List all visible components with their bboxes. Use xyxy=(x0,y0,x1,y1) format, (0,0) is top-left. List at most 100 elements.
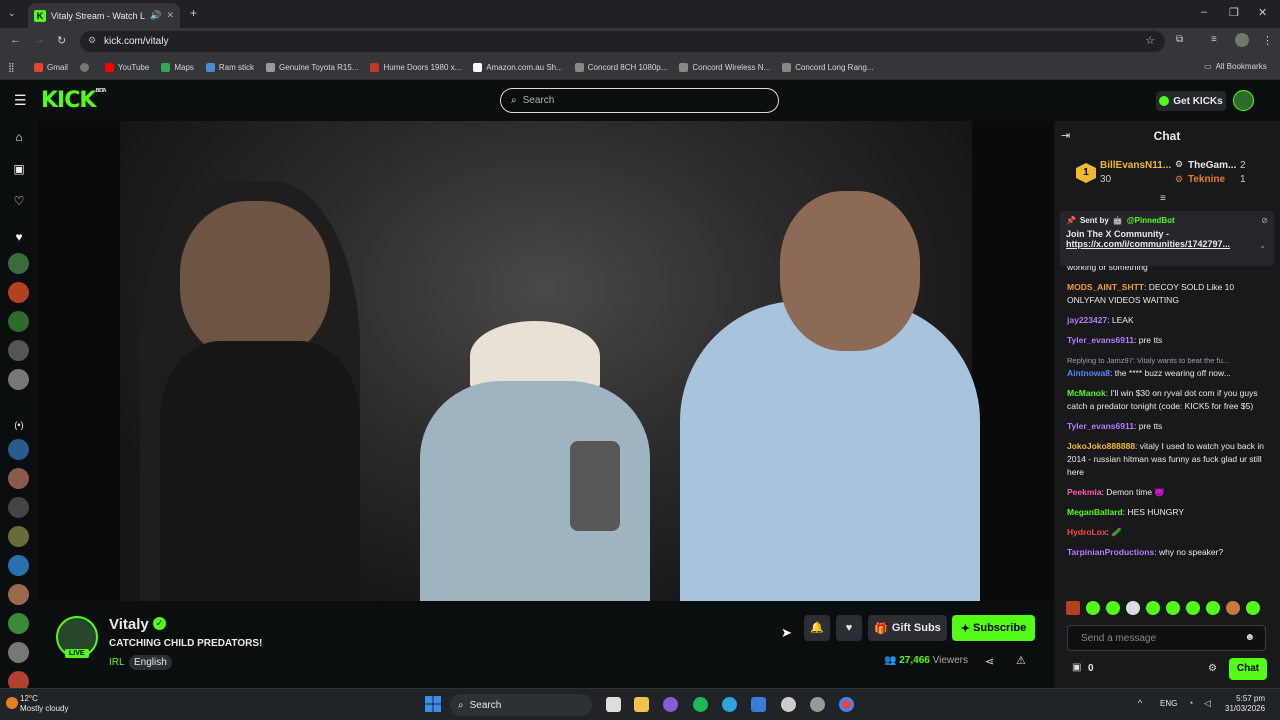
followed-channel-avatar[interactable] xyxy=(8,282,29,303)
forward-icon[interactable]: → xyxy=(34,34,45,46)
profile-avatar[interactable] xyxy=(1235,33,1249,47)
edge-icon[interactable] xyxy=(722,697,737,712)
followed-channel-avatar[interactable] xyxy=(8,311,29,332)
new-tab-icon[interactable]: + xyxy=(190,6,197,20)
share-icon[interactable]: ⋖ xyxy=(985,655,994,668)
close-window-icon[interactable]: ✕ xyxy=(1258,6,1267,19)
emote-icon[interactable] xyxy=(1126,601,1140,615)
wifi-icon[interactable]: ◔ xyxy=(1188,698,1193,708)
input-language[interactable]: ENG xyxy=(1160,699,1177,708)
recommended-channel-avatar[interactable] xyxy=(8,439,29,460)
file-explorer-icon[interactable] xyxy=(634,697,649,712)
chat-username[interactable]: Peekmia xyxy=(1067,487,1102,497)
apps-grid-icon[interactable]: ⣿ xyxy=(8,62,15,73)
report-icon[interactable]: ⚠ xyxy=(1016,654,1026,667)
chat-username[interactable]: Tyler_evans6911 xyxy=(1067,421,1134,431)
emote-icon[interactable] xyxy=(1186,601,1200,615)
bookmark-item[interactable]: Maps xyxy=(161,62,194,72)
taskbar-search[interactable]: ⌕ Search xyxy=(450,694,592,716)
points-icon[interactable]: ▣ xyxy=(1072,662,1081,673)
search-input[interactable]: ⌕ Search xyxy=(500,88,779,113)
emote-icon[interactable] xyxy=(1226,601,1240,615)
store-icon[interactable] xyxy=(751,697,766,712)
bookmark-item[interactable]: Genuine Toyota R15... xyxy=(266,62,358,72)
bookmark-star-icon[interactable]: ☆ xyxy=(1145,34,1155,47)
reload-icon[interactable]: ↻ xyxy=(57,34,66,47)
leader-name[interactable]: BillEvansN11... xyxy=(1100,160,1171,171)
bookmark-item[interactable]: Ram stick xyxy=(205,62,254,72)
chat-username[interactable]: MeganBallard xyxy=(1067,507,1123,517)
chat-send-button[interactable]: Chat xyxy=(1229,658,1267,680)
recommended-channel-avatar[interactable] xyxy=(8,613,29,634)
restore-icon[interactable]: ❐ xyxy=(1229,6,1239,19)
recommended-channel-avatar[interactable] xyxy=(8,555,29,576)
browse-icon[interactable]: ▣ xyxy=(11,161,27,177)
site-info-icon[interactable]: ⚙ xyxy=(88,35,96,46)
recommended-channel-avatar[interactable] xyxy=(8,468,29,489)
reading-list-icon[interactable]: ≡ xyxy=(1211,34,1217,45)
chat-username[interactable]: HydroLox xyxy=(1067,527,1107,537)
all-bookmarks[interactable]: ▭ All Bookmarks xyxy=(1204,62,1267,71)
bookmark-item[interactable]: Concord 8CH 1080p... xyxy=(574,62,667,72)
recommended-channel-avatar[interactable] xyxy=(8,497,29,518)
emote-icon[interactable] xyxy=(1106,601,1120,615)
app-icon[interactable] xyxy=(810,697,825,712)
system-clock[interactable]: 5:57 pm 31/03/2026 xyxy=(1225,694,1265,714)
bookmark-item[interactable]: Concord Long Rang... xyxy=(782,62,873,72)
followed-channel-avatar[interactable] xyxy=(8,340,29,361)
volume-icon[interactable]: ◁ xyxy=(1204,698,1211,709)
chat-username[interactable]: McManok xyxy=(1067,388,1106,398)
chat-username[interactable]: Aintnowa8 xyxy=(1067,368,1110,378)
task-view-icon[interactable] xyxy=(606,697,621,712)
subscribe-button[interactable]: ✦ Subscribe xyxy=(952,615,1035,641)
settings-icon[interactable] xyxy=(781,697,796,712)
chat-username[interactable]: Tyler_evans6911 xyxy=(1067,335,1134,345)
chevron-down-icon[interactable]: ⌄ xyxy=(1259,241,1266,250)
gift-subs-button[interactable]: 🎁 Gift Subs xyxy=(868,615,947,641)
tab-close-icon[interactable]: ✕ xyxy=(166,10,174,21)
home-icon[interactable]: ⌂ xyxy=(11,129,27,145)
chat-settings-icon[interactable]: ⚙ xyxy=(1208,663,1217,674)
weather-widget[interactable]: 12°C Mostly cloudy xyxy=(20,694,68,714)
recommended-channel-avatar[interactable] xyxy=(8,642,29,663)
category-link[interactable]: IRL xyxy=(109,657,125,668)
user-avatar[interactable] xyxy=(1233,90,1254,111)
expand-leaderboard-icon[interactable]: ≡ xyxy=(1160,193,1166,204)
extensions-icon[interactable]: ⧉ xyxy=(1176,34,1183,45)
tray-chevron-icon[interactable]: ^ xyxy=(1138,698,1142,708)
leader-name[interactable]: Teknine xyxy=(1188,174,1225,185)
hamburger-menu-icon[interactable]: ☰ xyxy=(14,92,27,109)
leader-name[interactable]: TheGam... xyxy=(1188,160,1236,171)
chat-username[interactable]: TarpinianProductions xyxy=(1067,547,1154,557)
emote-icon[interactable] xyxy=(1206,601,1220,615)
bookmark-item[interactable]: Concord Wireless N... xyxy=(679,62,770,72)
back-icon[interactable]: ← xyxy=(10,34,21,46)
windows-start-icon[interactable] xyxy=(425,696,441,712)
followed-channel-avatar[interactable] xyxy=(8,253,29,274)
chat-username[interactable]: JokoJoko888888 xyxy=(1067,441,1135,451)
language-tag[interactable]: English xyxy=(129,655,172,670)
emote-icon[interactable] xyxy=(1066,601,1080,615)
video-player[interactable] xyxy=(38,121,1054,601)
get-kicks-button[interactable]: Get KICKs xyxy=(1156,91,1226,111)
emoji-picker-icon[interactable]: ☻ xyxy=(1244,632,1255,643)
tab-search-icon[interactable]: ⌄ xyxy=(8,8,16,19)
url-field[interactable]: ⚙ kick.com/vitaly ☆ xyxy=(80,31,1165,52)
recommended-channel-avatar[interactable] xyxy=(8,584,29,605)
chrome-icon[interactable] xyxy=(839,697,854,712)
browser-tab[interactable]: K Vitaly Stream - Watch Live 🔊 ✕ xyxy=(28,3,180,28)
send-message-input[interactable]: Send a message ☻ xyxy=(1067,625,1266,651)
follow-button[interactable]: ♥ xyxy=(836,615,862,641)
pinned-link[interactable]: https://x.com/i/communities/1742797... xyxy=(1066,239,1268,249)
recommended-channel-avatar[interactable] xyxy=(8,526,29,547)
pinned-message[interactable]: 📌 Sent by 🤖 @PinnedBot ⊘ Join The X Comm… xyxy=(1060,211,1274,266)
emote-icon[interactable] xyxy=(1146,601,1160,615)
chat-username[interactable]: jay223427 xyxy=(1067,315,1107,325)
channel-name[interactable]: Vitaly xyxy=(109,616,149,633)
emote-icon[interactable] xyxy=(1166,601,1180,615)
spotify-icon[interactable] xyxy=(693,697,708,712)
kick-logo[interactable]: KICKBETA xyxy=(41,88,107,113)
copilot-icon[interactable] xyxy=(663,697,678,712)
following-icon[interactable]: ♡ xyxy=(11,193,27,209)
emote-icon[interactable] xyxy=(1246,601,1260,615)
